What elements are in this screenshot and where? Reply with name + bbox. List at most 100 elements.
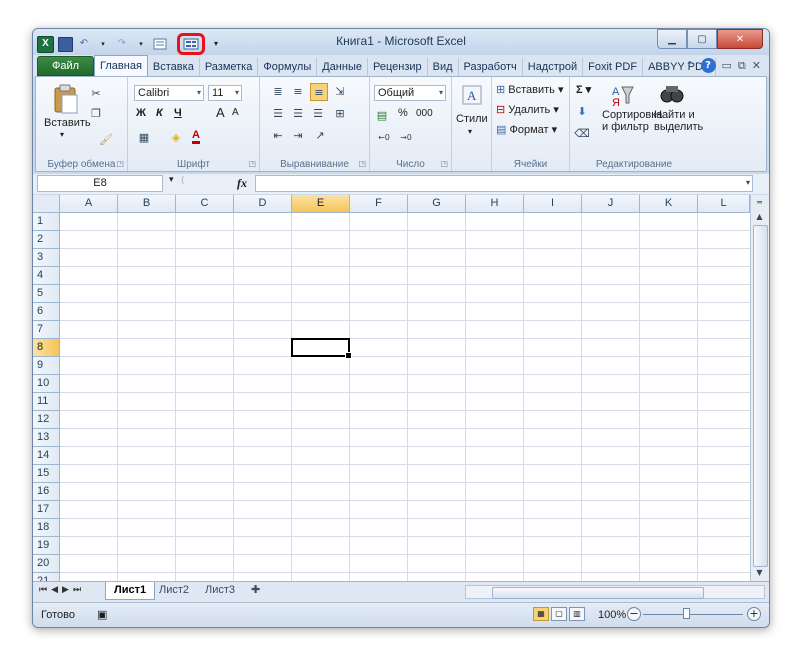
insert-function-button[interactable]: fx xyxy=(237,176,247,191)
page-layout-view-icon[interactable]: ▢ xyxy=(551,607,567,621)
delete-cells-button[interactable]: ⊟ Удалить ▾ xyxy=(496,103,559,116)
active-cell[interactable] xyxy=(291,338,352,359)
number-format-combo[interactable]: Общий ▾ xyxy=(374,85,446,101)
dialog-launcher-icon[interactable]: ◳ xyxy=(358,159,366,168)
tab-review[interactable]: Рецензир xyxy=(368,58,428,76)
column-header[interactable]: H xyxy=(466,195,524,213)
font-color-button[interactable]: A xyxy=(192,129,200,144)
formula-input[interactable]: ▾ xyxy=(255,175,753,192)
row-header[interactable]: 7 xyxy=(33,321,60,339)
tab-foxit-pdf[interactable]: Foxit PDF xyxy=(583,58,644,76)
row-header[interactable]: 16 xyxy=(33,483,60,501)
help-icon[interactable]: ? xyxy=(700,58,716,73)
row-header[interactable]: 12 xyxy=(33,411,60,429)
styles-dropdown-icon[interactable]: ▾ xyxy=(468,127,472,136)
row-header[interactable]: 20 xyxy=(33,555,60,573)
cut-icon[interactable]: ✂ xyxy=(88,85,104,101)
tab-insert[interactable]: Вставка xyxy=(148,58,200,76)
row-header[interactable]: 5 xyxy=(33,285,60,303)
align-bottom-icon[interactable]: ≡ xyxy=(310,83,328,101)
row-header[interactable]: 3 xyxy=(33,249,60,267)
row-header[interactable]: 13 xyxy=(33,429,60,447)
scroll-down-icon[interactable]: ▼ xyxy=(753,566,766,579)
increase-decimal-icon[interactable]: ←0 xyxy=(376,129,392,145)
column-header[interactable]: L xyxy=(698,195,750,213)
align-left-icon[interactable]: ☰ xyxy=(270,105,286,121)
column-header[interactable]: A xyxy=(60,195,118,213)
decrease-decimal-icon[interactable]: →0 xyxy=(398,129,414,145)
sheet-tab-2[interactable]: Лист2 xyxy=(151,582,197,599)
thousands-button[interactable]: 000 xyxy=(416,108,433,119)
formula-cancel-icon[interactable]: ( xyxy=(181,176,185,186)
row-header[interactable]: 18 xyxy=(33,519,60,537)
name-box-dropdown-icon[interactable]: ▾ xyxy=(169,175,174,185)
underline-button[interactable]: Ч xyxy=(174,107,182,119)
tab-page-layout[interactable]: Разметка xyxy=(200,58,259,76)
bold-button[interactable]: Ж xyxy=(136,107,146,119)
row-header[interactable]: 4 xyxy=(33,267,60,285)
normal-view-icon[interactable]: ▦ xyxy=(533,607,549,621)
horizontal-scroll-thumb[interactable] xyxy=(492,587,704,599)
select-all-button[interactable] xyxy=(33,195,60,213)
row-header[interactable]: 14 xyxy=(33,447,60,465)
row-header[interactable]: 19 xyxy=(33,537,60,555)
close-button[interactable]: ✕ xyxy=(717,29,763,49)
paste-button[interactable]: Вставить xyxy=(44,117,91,129)
sheet-tab-1[interactable]: Лист1 xyxy=(105,582,156,600)
row-header[interactable]: 1 xyxy=(33,213,60,231)
paste-dropdown-icon[interactable]: ▾ xyxy=(60,130,64,139)
column-header[interactable]: F xyxy=(350,195,408,213)
row-header[interactable]: 2 xyxy=(33,231,60,249)
column-header[interactable]: C xyxy=(176,195,234,213)
collapse-ribbon-icon[interactable]: ⌃ xyxy=(685,59,694,72)
row-header[interactable]: 17 xyxy=(33,501,60,519)
align-top-icon[interactable]: ≣ xyxy=(270,83,286,99)
shrink-font-button[interactable]: A xyxy=(232,107,239,118)
italic-button[interactable]: К xyxy=(156,107,163,119)
percent-button[interactable]: % xyxy=(398,107,408,119)
find-select-label-1[interactable]: Найти и xyxy=(654,109,695,121)
dialog-launcher-icon[interactable]: ◳ xyxy=(116,159,124,168)
column-header[interactable]: E xyxy=(292,195,350,213)
format-cells-button[interactable]: ▤ Формат ▾ xyxy=(496,123,557,136)
row-header[interactable]: 10 xyxy=(33,375,60,393)
clear-icon[interactable]: ⌫ xyxy=(574,125,590,141)
row-header[interactable]: 11 xyxy=(33,393,60,411)
zoom-level[interactable]: 100% xyxy=(598,609,626,621)
dialog-launcher-icon[interactable]: ◳ xyxy=(440,159,448,168)
tab-view[interactable]: Вид xyxy=(428,58,459,76)
row-header[interactable]: 8 xyxy=(33,339,60,357)
maximize-button[interactable]: ▢ xyxy=(687,29,717,49)
horizontal-scrollbar[interactable] xyxy=(465,585,765,599)
format-painter-icon[interactable]: 🖌 xyxy=(98,131,114,147)
column-header[interactable]: D xyxy=(234,195,292,213)
tab-data[interactable]: Данные xyxy=(317,58,368,76)
align-middle-icon[interactable]: ≡ xyxy=(290,83,306,99)
sort-filter-icon[interactable]: AЯ xyxy=(610,83,634,107)
autosum-button[interactable]: Σ ▾ xyxy=(576,83,591,96)
insert-sheet-icon[interactable]: ✚ xyxy=(243,582,268,599)
expand-formula-icon[interactable]: ▾ xyxy=(746,178,750,187)
dialog-launcher-icon[interactable]: ◳ xyxy=(248,159,256,168)
column-header[interactable]: B xyxy=(118,195,176,213)
copy-icon[interactable]: ❐ xyxy=(88,105,104,121)
row-header[interactable]: 6 xyxy=(33,303,60,321)
column-header[interactable]: K xyxy=(640,195,698,213)
vertical-scroll-thumb[interactable] xyxy=(753,225,768,567)
sheet-nav-buttons[interactable]: ⏮◀▶⏭ xyxy=(39,585,85,595)
row-header[interactable]: 9 xyxy=(33,357,60,375)
find-select-icon[interactable] xyxy=(660,83,684,105)
page-break-view-icon[interactable]: ▥ xyxy=(569,607,585,621)
font-name-combo[interactable]: Calibri ▾ xyxy=(134,85,204,101)
zoom-slider[interactable] xyxy=(643,614,743,615)
vertical-scrollbar[interactable]: ═ ▲ ▼ xyxy=(750,195,769,581)
find-select-label-2[interactable]: выделить xyxy=(654,121,703,133)
paste-icon[interactable] xyxy=(52,83,80,115)
currency-icon[interactable]: ▤ xyxy=(374,107,390,123)
column-header[interactable]: J xyxy=(582,195,640,213)
merge-center-icon[interactable]: ⊞ xyxy=(332,105,348,121)
borders-icon[interactable]: ▦ xyxy=(136,129,152,145)
fill-color-icon[interactable]: ◈ xyxy=(168,129,184,145)
orientation-icon[interactable]: ↗ xyxy=(312,127,328,143)
column-header[interactable]: G xyxy=(408,195,466,213)
